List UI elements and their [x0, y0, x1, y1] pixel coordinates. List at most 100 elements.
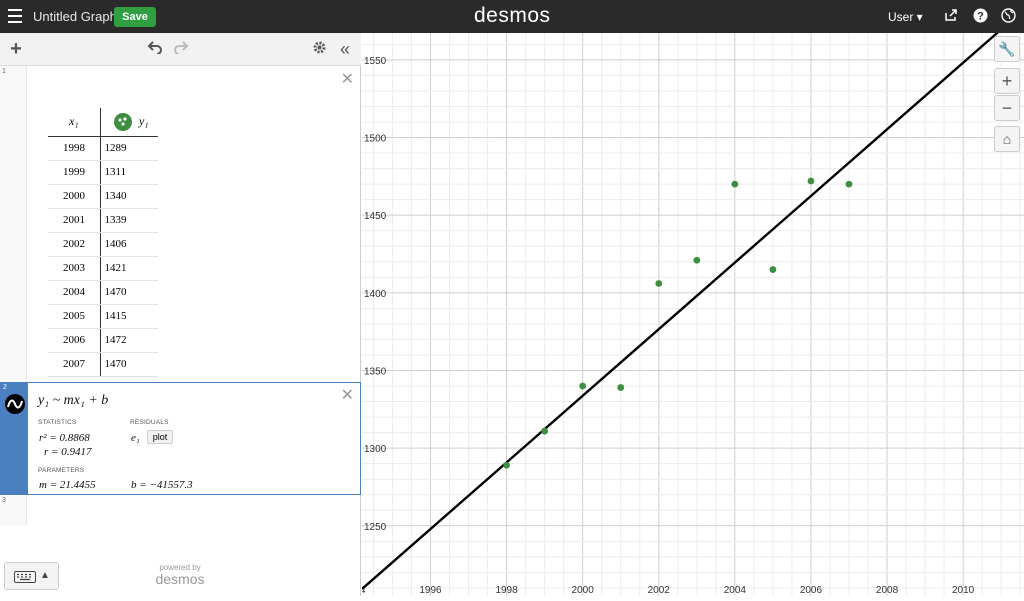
graph-canvas[interactable]: 1550 1500 1450 1400 1350 1300 1250 2004 1996 1998…	[343, 8, 1024, 596]
table-cell-x[interactable]: 2004	[48, 280, 101, 305]
x-tick-label: 2000	[572, 585, 595, 596]
powered-by-brand: desmos	[155, 571, 205, 587]
zoom-in-button[interactable]: +	[994, 68, 1020, 94]
data-point	[503, 461, 510, 469]
data-point	[693, 256, 701, 264]
table-row: 2003 1421	[48, 256, 158, 281]
table-cell-y[interactable]: 1289	[100, 136, 158, 161]
share-icon[interactable]	[943, 8, 959, 24]
data-point	[655, 280, 663, 287]
table-cell-x[interactable]: 2007	[48, 352, 101, 377]
table-row: 2004 1470	[48, 280, 158, 305]
svg-text:?: ?	[977, 11, 984, 23]
collapse-panel-icon[interactable]: «	[336, 40, 354, 58]
y-tick-label: 1350	[364, 366, 387, 377]
graph-title[interactable]: Untitled Graph	[33, 9, 117, 24]
row-2-number: 2	[3, 384, 7, 391]
user-menu[interactable]: User ▾	[888, 10, 923, 24]
y-tick-label: 1550	[364, 56, 387, 67]
y-tick-label: 1400	[364, 289, 387, 300]
redo-icon[interactable]	[172, 40, 190, 58]
add-item-icon[interactable]: +	[7, 39, 25, 59]
point-style-icon[interactable]	[114, 112, 132, 131]
table-cell-x[interactable]: 2002	[48, 232, 101, 257]
top-bar: Untitled Graph Save desmos User ▾ ?	[0, 0, 1024, 33]
plot-residuals-button[interactable]: plot	[147, 430, 173, 444]
table-header-x[interactable]: x₁	[48, 108, 101, 137]
parameters-label: PARAMETERS	[38, 467, 85, 474]
x-tick-label: 2010	[952, 585, 975, 596]
chevron-up-icon: ▲	[40, 570, 50, 581]
col-y-label: y₁	[139, 113, 149, 128]
data-point	[617, 384, 625, 391]
row-1-number: 1	[2, 68, 6, 75]
data-point	[541, 427, 549, 435]
x-tick-label: 1998	[495, 585, 518, 596]
col-x-label: x₁	[69, 114, 79, 129]
keyboard-toggle-button[interactable]: ▲	[4, 562, 59, 590]
desmos-logo: desmos	[474, 4, 551, 27]
row-1-gutter[interactable]	[0, 66, 27, 382]
x-tick-label: 2008	[876, 585, 899, 596]
regression-icon[interactable]	[4, 393, 26, 415]
delete-regression-icon[interactable]: ✕	[341, 385, 354, 405]
table-cell-x[interactable]: 2001	[48, 208, 101, 233]
table-cell-y[interactable]: 1339	[100, 208, 158, 233]
table-cell-x[interactable]: 2006	[48, 328, 101, 353]
globe-language-icon[interactable]	[1000, 8, 1016, 24]
y-tick-label: 1300	[364, 444, 387, 455]
y-tick-label: 1500	[364, 134, 387, 145]
table-row: 2006 1472	[48, 328, 158, 353]
table-row: 2001 1339	[48, 208, 158, 233]
residuals-label: RESIDUALS	[130, 419, 169, 426]
save-button[interactable]: Save	[114, 7, 156, 27]
data-point	[579, 382, 587, 390]
regression-formula[interactable]: y₁ ~ mx₁ + b	[38, 393, 108, 409]
b-parameter: b = −41557.3	[131, 479, 193, 491]
row-2-gutter: 2	[1, 383, 28, 494]
y-tick-label: 1250	[364, 522, 387, 533]
data-point	[769, 266, 777, 273]
table-cell-x[interactable]: 2005	[48, 304, 101, 329]
keyboard-icon	[14, 571, 36, 583]
table-cell-x[interactable]: 2000	[48, 184, 101, 209]
r-value: r = 0.9417	[44, 446, 92, 458]
table-row: 1999 1311	[48, 160, 158, 185]
data-point	[731, 180, 739, 188]
table-cell-x[interactable]: 1999	[48, 160, 101, 185]
table-header-y[interactable]: y₁	[100, 108, 158, 137]
row-3-number: 3	[2, 497, 6, 504]
expression-panel: + « 1 ✕ x₁ y₁ 1998 1289 1999 1311 2000 1…	[0, 33, 361, 596]
hamburger-menu-icon[interactable]	[8, 9, 22, 23]
x-tick-label: 1996	[419, 585, 442, 596]
data-point	[807, 177, 815, 185]
r-squared-value: r² = 0.8868	[39, 432, 90, 444]
table-row: 2002 1406	[48, 232, 158, 257]
zoom-out-button[interactable]: −	[994, 95, 1020, 121]
data-point	[845, 180, 853, 188]
residual-variable: e₁	[131, 432, 140, 444]
table-cell-y[interactable]: 1406	[100, 232, 158, 257]
undo-icon[interactable]	[146, 40, 164, 58]
table-cell-y[interactable]: 1470	[100, 280, 158, 305]
help-icon[interactable]: ?	[972, 8, 988, 24]
table-cell-x[interactable]: 2003	[48, 256, 101, 281]
table-cell-y[interactable]: 1311	[100, 160, 158, 185]
data-table: x₁ y₁ 1998 1289 1999 1311 2000 1340 2001 1339 20…	[48, 108, 158, 377]
table-cell-y[interactable]: 1472	[100, 328, 158, 353]
table-cell-y[interactable]: 1470	[100, 352, 158, 377]
y-tick-label: 1450	[364, 211, 387, 222]
graph-area[interactable]: 1550 1500 1450 1400 1350 1300 1250 2004 1996 1998…	[343, 8, 1024, 596]
home-default-view-icon[interactable]: ⌂	[994, 126, 1020, 152]
table-cell-x[interactable]: 1998	[48, 136, 101, 161]
table-cell-y[interactable]: 1421	[100, 256, 158, 281]
delete-table-icon[interactable]: ✕	[341, 69, 354, 89]
table-row: 2007 1470	[48, 352, 158, 377]
graph-settings-wrench-icon[interactable]: 🔧	[994, 36, 1020, 62]
table-row: 2005 1415	[48, 304, 158, 329]
statistics-label: STATISTICS	[38, 419, 77, 426]
expression-toolbar: + «	[0, 33, 361, 66]
table-cell-y[interactable]: 1340	[100, 184, 158, 209]
settings-gear-icon[interactable]	[310, 40, 328, 58]
table-cell-y[interactable]: 1415	[100, 304, 158, 329]
